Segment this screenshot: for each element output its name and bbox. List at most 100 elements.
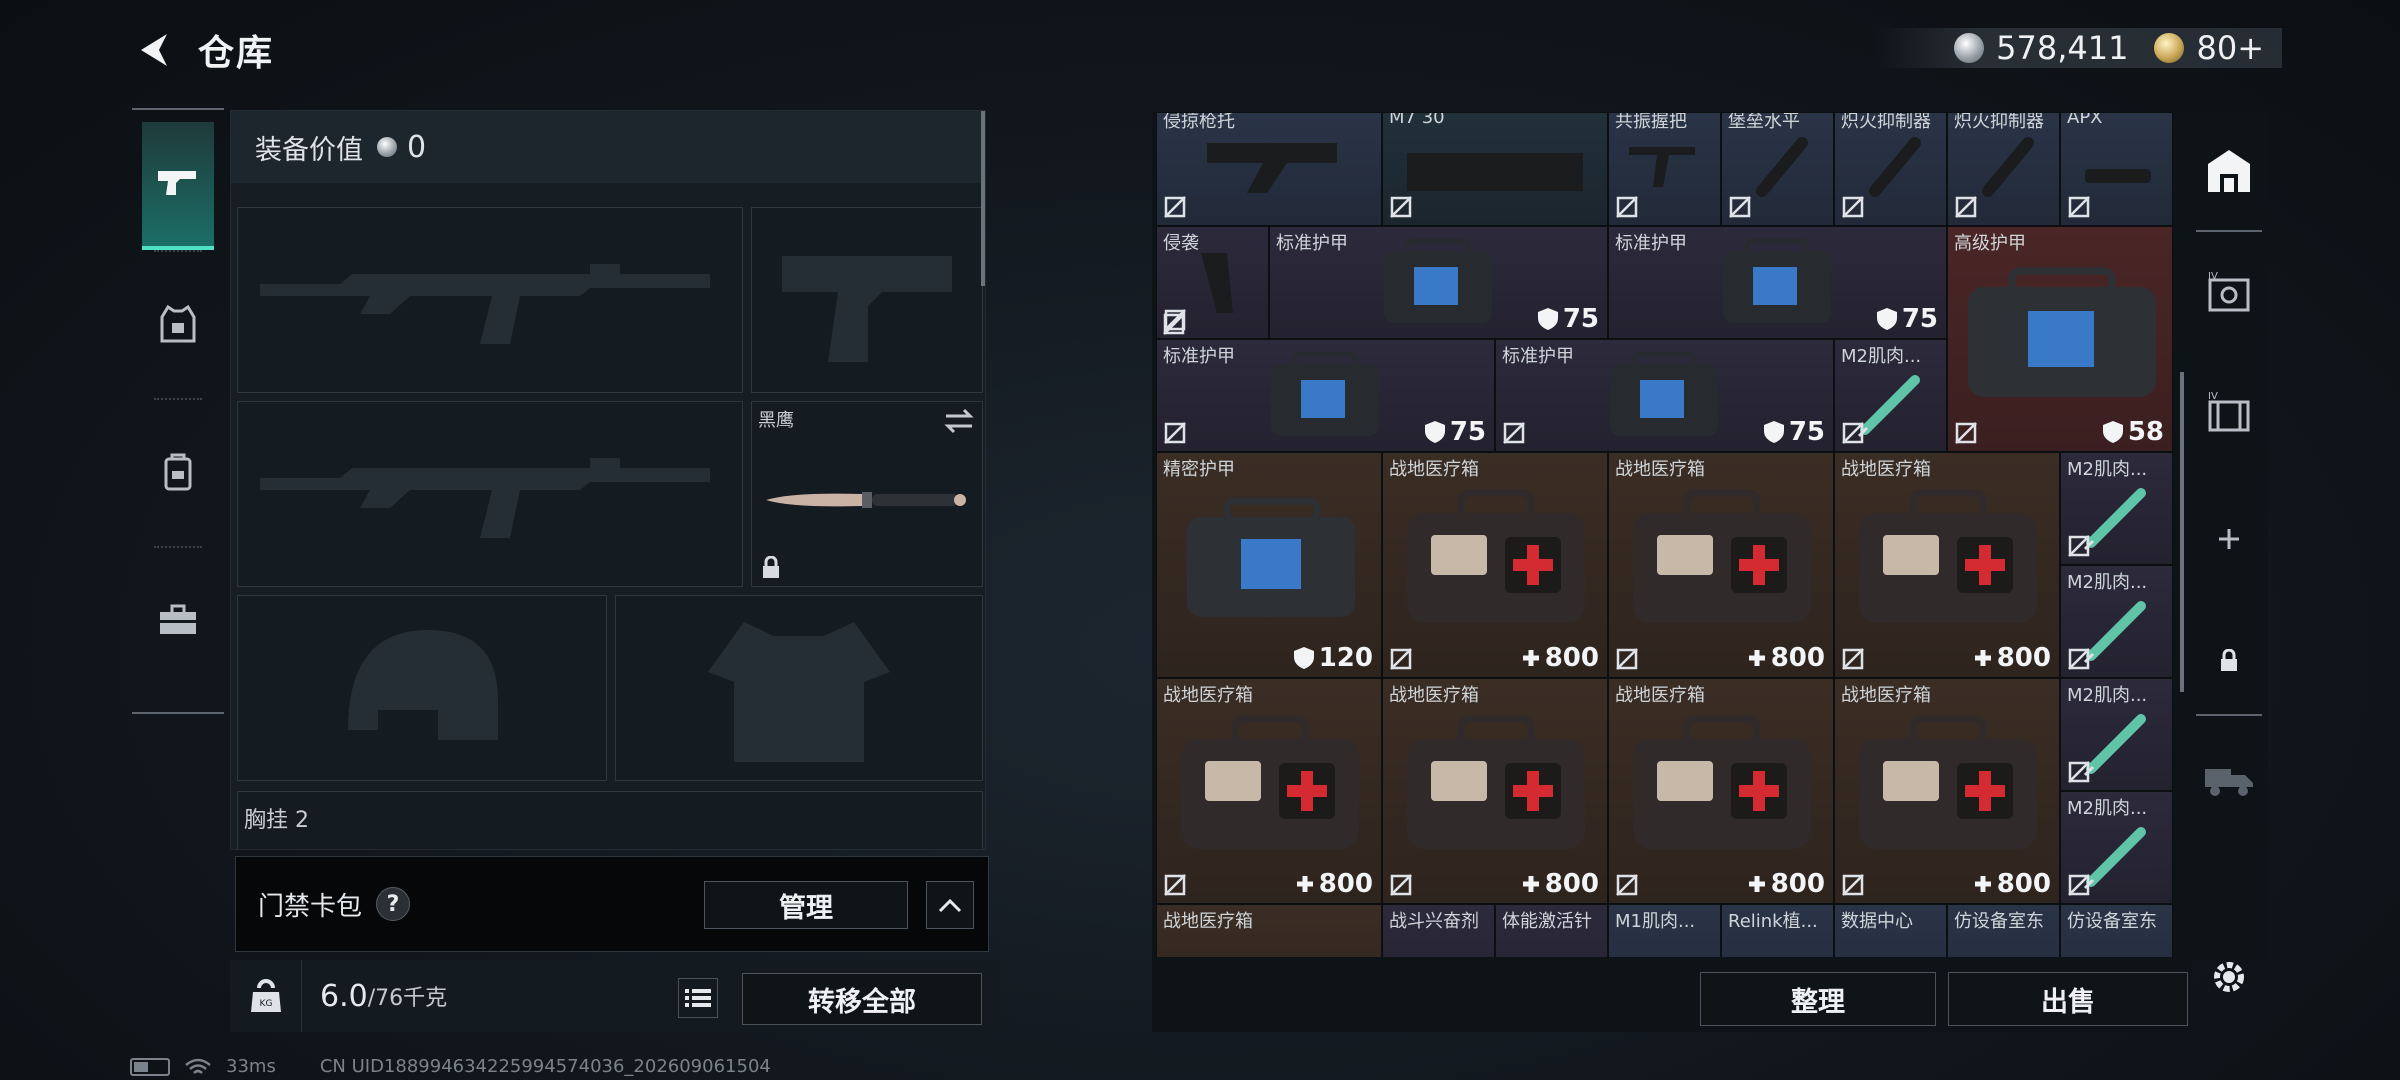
- armor-stat: 75: [1876, 304, 1938, 334]
- item-m2-muscle[interactable]: M2肌肉...: [2060, 452, 2173, 565]
- pistol-icon: [158, 171, 196, 195]
- shield-icon: [2102, 421, 2123, 443]
- settings-button[interactable]: [2204, 952, 2254, 1002]
- no-bind-icon: [1842, 196, 1864, 218]
- chest-rig-name: 胸挂: [244, 808, 289, 833]
- item-name: M2肌肉...: [2067, 798, 2148, 819]
- item-medkit[interactable]: 战地医疗箱 800: [1608, 678, 1834, 904]
- item-standard-armor[interactable]: 标准护甲 75: [1608, 226, 1947, 339]
- tab-backpack[interactable]: [132, 398, 224, 546]
- item-bastion[interactable]: 堡垒水平: [1721, 112, 1834, 226]
- page-title: 仓库: [198, 33, 275, 74]
- tab-vehicle-storage[interactable]: [2196, 746, 2262, 812]
- item-suppressor[interactable]: 炽火抑制器: [1834, 112, 1947, 226]
- no-bind-icon: [1390, 648, 1412, 670]
- item-name: 战地医疗箱: [1615, 459, 1705, 480]
- list-view-button[interactable]: [678, 978, 718, 1018]
- add-storage-button[interactable]: [2196, 506, 2262, 572]
- transfer-all-button[interactable]: 转移全部: [742, 973, 982, 1025]
- tab-armor[interactable]: [132, 250, 224, 398]
- helmet-slot[interactable]: [237, 595, 607, 781]
- item-name: 共振握把: [1615, 112, 1687, 132]
- item-equipment-room[interactable]: 仿设备室东: [1947, 904, 2060, 957]
- item-medkit[interactable]: 战地医疗箱 800: [1834, 452, 2060, 678]
- item-equipment-room[interactable]: 仿设备室东: [2060, 904, 2173, 957]
- syringe-icon: [2083, 714, 2146, 777]
- help-button[interactable]: ?: [376, 887, 411, 921]
- item-stock[interactable]: 侵掠枪托: [1156, 112, 1382, 226]
- item-m2-muscle[interactable]: M2肌肉...: [2060, 678, 2173, 791]
- locked-storage[interactable]: [2196, 628, 2262, 694]
- suppressor-icon: [1869, 137, 1921, 197]
- warehouse-icon: [2208, 150, 2250, 192]
- tab-storage-1[interactable]: IV: [2196, 260, 2262, 326]
- secondary-weapon-slot[interactable]: [751, 207, 983, 393]
- item-relink-implant[interactable]: Relink植...: [1721, 904, 1834, 957]
- item-m2-muscle[interactable]: M2肌肉...: [2060, 565, 2173, 678]
- item-medkit[interactable]: 战地医疗箱 800: [1834, 678, 2060, 904]
- item-medkit[interactable]: 战地医疗箱 800: [1382, 452, 1608, 678]
- item-name: 标准护甲: [1615, 233, 1687, 254]
- item-name: M2肌肉...: [2067, 572, 2148, 593]
- no-bind-icon: [2068, 761, 2090, 783]
- item-medkit[interactable]: 战地医疗箱 800: [1608, 452, 1834, 678]
- item-advanced-armor[interactable]: 高级护甲 58: [1947, 226, 2173, 452]
- suppressor-icon: [1982, 137, 2034, 197]
- item-name: 堡垒水平: [1728, 112, 1800, 132]
- item-name: 战地医疗箱: [1841, 685, 1931, 706]
- item-m2-muscle[interactable]: M2肌肉...: [1834, 339, 1947, 452]
- sell-button[interactable]: 出售: [1948, 972, 2188, 1026]
- tab-storage-2[interactable]: IV: [2196, 380, 2262, 446]
- warehouse-grid[interactable]: 侵掠枪托 M7 30 共振握把 堡垒水平 炽火抑制器 炽火抑制器 APX 侵袭 …: [1156, 112, 2176, 957]
- item-standard-armor[interactable]: 标准护甲 75: [1495, 339, 1834, 452]
- primary-weapon-slot[interactable]: [237, 207, 743, 393]
- warehouse-scrollbar[interactable]: [2180, 372, 2184, 692]
- item-combat-stimulant[interactable]: 战斗兴奋剂: [1382, 904, 1495, 957]
- swap-icon[interactable]: [944, 408, 974, 434]
- item-m1-muscle[interactable]: M1肌肉...: [1608, 904, 1721, 957]
- sort-button[interactable]: 整理: [1700, 972, 1936, 1026]
- tab-weapons[interactable]: [142, 122, 214, 250]
- chest-rig-slot[interactable]: 胸挂 2: [237, 791, 983, 849]
- item-standard-armor[interactable]: 标准护甲 75: [1269, 226, 1608, 339]
- item-precise-armor[interactable]: 精密护甲 120: [1156, 452, 1382, 678]
- item-m7-30[interactable]: M7 30: [1382, 112, 1608, 226]
- armor-stat: 58: [2102, 417, 2164, 447]
- body-armor-slot[interactable]: [615, 595, 983, 781]
- item-name: APX: [2067, 112, 2103, 128]
- item-medkit[interactable]: 战地医疗箱: [1156, 904, 1382, 957]
- item-name: 炽火抑制器: [1954, 112, 2044, 132]
- item-medkit[interactable]: 战地医疗箱 800: [1156, 678, 1382, 904]
- back-button[interactable]: [130, 25, 180, 75]
- tab-toolbox[interactable]: [132, 546, 224, 694]
- item-grip[interactable]: 共振握把: [1608, 112, 1721, 226]
- item-apx[interactable]: APX: [2060, 112, 2173, 226]
- plus-icon: [1522, 876, 1539, 892]
- collapse-button[interactable]: [926, 881, 974, 929]
- item-name: 侵袭: [1163, 233, 1199, 254]
- manage-button[interactable]: 管理: [704, 881, 908, 929]
- no-bind-icon: [1842, 874, 1864, 896]
- primary-weapon-slot-2[interactable]: [237, 401, 743, 587]
- armor-bag-icon: [1968, 267, 2156, 397]
- armor-bag-icon: [1610, 351, 1718, 436]
- tab-main-warehouse[interactable]: [2196, 138, 2262, 204]
- item-name: M2肌肉...: [2067, 459, 2148, 480]
- item-standard-armor[interactable]: 标准护甲 75: [1156, 339, 1495, 452]
- item-m2-muscle[interactable]: M2肌肉...: [2060, 791, 2173, 904]
- armor-value: 120: [1318, 643, 1373, 673]
- combat-knife-icon: [766, 492, 966, 508]
- crate-icon: IV: [2208, 391, 2250, 432]
- item-suppressor[interactable]: 炽火抑制器: [1947, 112, 2060, 226]
- item-data-center[interactable]: 数据中心: [1834, 904, 1947, 957]
- equipment-scrollbar[interactable]: [981, 111, 985, 286]
- melee-weapon-slot[interactable]: 黑鹰: [751, 401, 983, 587]
- equipment-scroll-area[interactable]: 装备价值 0 黑鹰 胸挂 2: [230, 110, 986, 850]
- gold-amount[interactable]: 80+: [2196, 29, 2264, 67]
- silver-coin-icon: [1954, 33, 1985, 63]
- item-medkit[interactable]: 战地医疗箱 800: [1382, 678, 1608, 904]
- item-stamina-injector[interactable]: 体能激活针: [1495, 904, 1608, 957]
- equipment-value: 0: [407, 129, 427, 165]
- syringe-icon: [2083, 601, 2146, 664]
- item-name: Relink植...: [1728, 911, 1818, 932]
